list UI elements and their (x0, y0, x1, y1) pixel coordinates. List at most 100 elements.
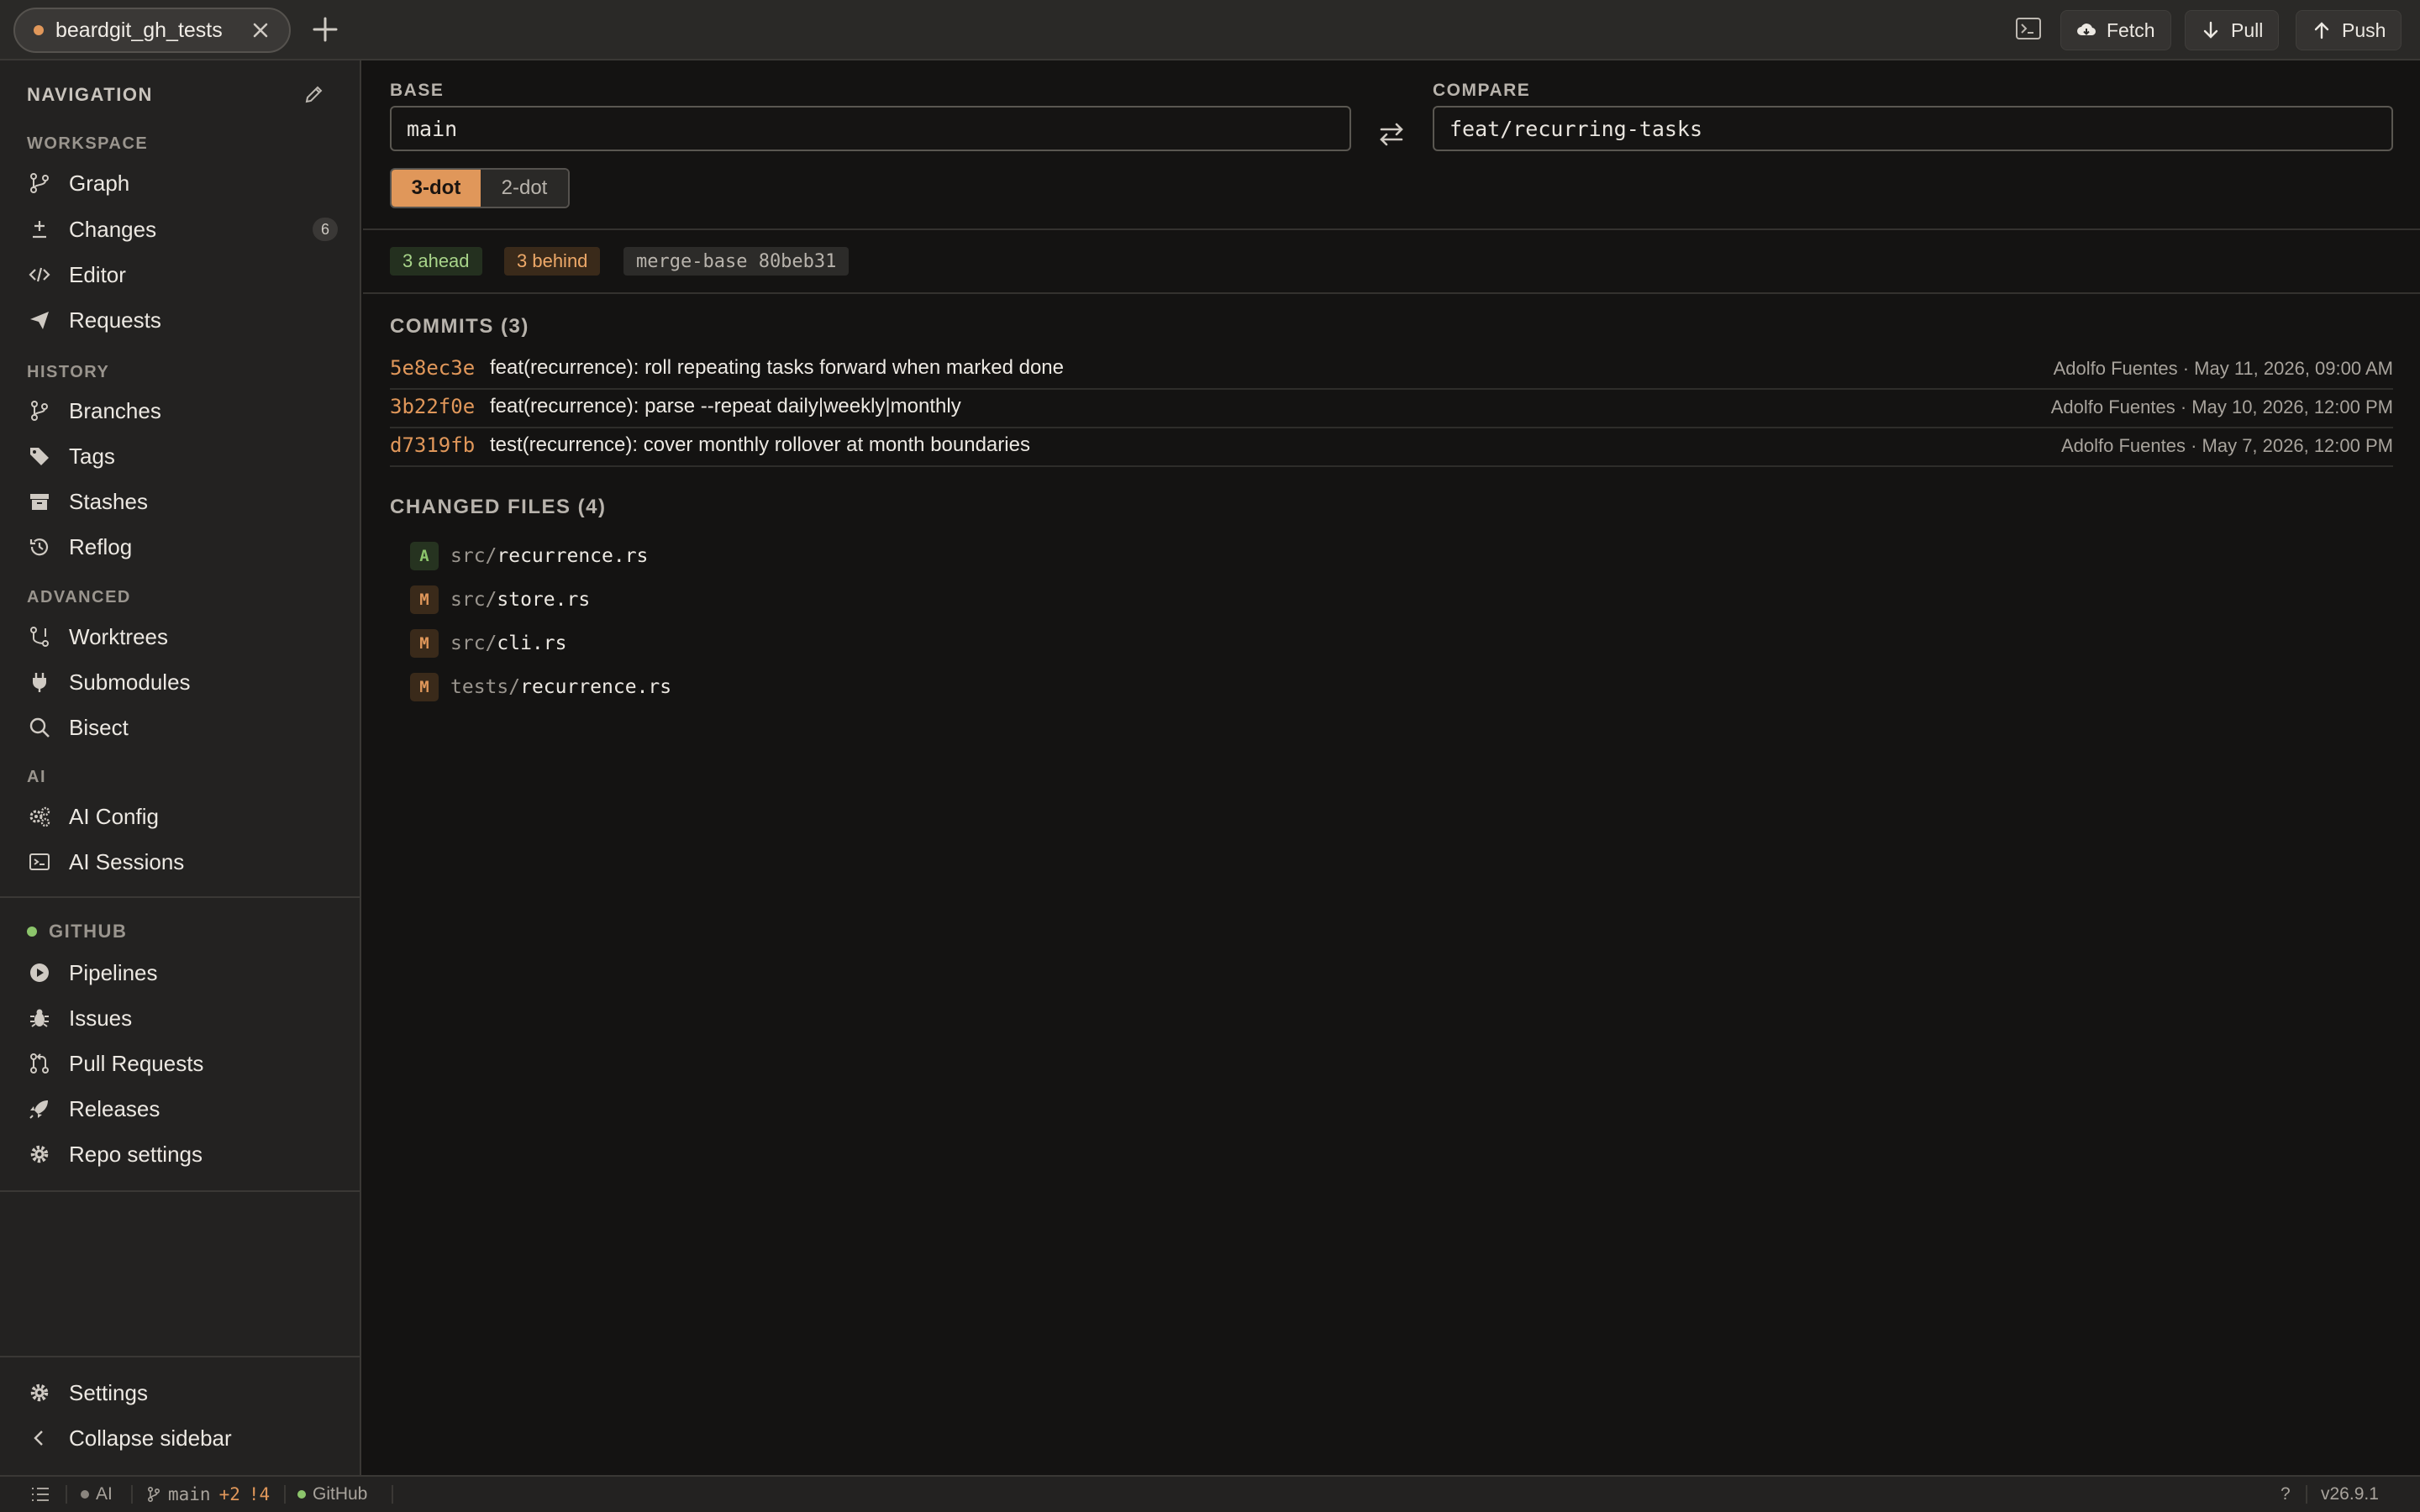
gear-icon (27, 1142, 52, 1167)
pull-button[interactable]: Pull (2185, 10, 2280, 50)
sidebar-item-releases[interactable]: Releases (12, 1088, 348, 1130)
three-dot-option[interactable]: 3-dot (392, 170, 481, 207)
file-name: recurrence.rs (520, 676, 672, 698)
sidebar-divider (0, 896, 361, 898)
sidebar-item-label: AI Sessions (69, 848, 185, 874)
added-count: +2 (218, 1484, 240, 1504)
plus-minus-icon (27, 217, 52, 242)
push-button[interactable]: Push (2296, 10, 2402, 50)
file-row[interactable]: M tests/ recurrence.rs (410, 672, 671, 702)
branch-status[interactable]: main +2 !4 (146, 1477, 270, 1512)
sidebar-item-label: Stashes (69, 488, 148, 514)
sidebar-item-tags[interactable]: Tags (12, 435, 348, 477)
github-status[interactable]: GitHub (297, 1477, 367, 1512)
ai-status[interactable]: AI (81, 1477, 113, 1512)
plug-icon (27, 669, 52, 695)
file-name: store.rs (497, 589, 591, 611)
sidebar-item-label: Tags (69, 443, 115, 469)
sidebar-item-editor[interactable]: Editor (12, 254, 348, 296)
sidebar-item-label: Reflog (69, 533, 133, 559)
commit-meta: Adolfo Fuentes · May 11, 2026, 09:00 AM (2053, 358, 2393, 379)
github-status-label: GitHub (313, 1484, 368, 1504)
commit-meta: Adolfo Fuentes · May 10, 2026, 12:00 PM (2050, 396, 2393, 417)
file-status-badge: M (410, 585, 439, 614)
sidebar-item-label: Issues (69, 1005, 133, 1031)
sidebar-item-stashes[interactable]: Stashes (12, 480, 348, 522)
sidebar-item-worktrees[interactable]: Worktrees (12, 616, 348, 658)
swap-icon[interactable] (1376, 119, 1407, 150)
behind-badge: 3 behind (504, 247, 601, 276)
help-button[interactable]: ? (2281, 1477, 2291, 1512)
cloud-download-icon (2077, 24, 2096, 36)
section-ai: AI (27, 768, 46, 786)
git-branch-icon (147, 1486, 160, 1503)
diff-mode-toggle: 3-dot 2-dot (390, 168, 570, 208)
base-branch-input[interactable]: main (390, 106, 1351, 151)
file-row[interactable]: A src/ recurrence.rs (410, 541, 648, 571)
commit-sha: 5e8ec3e (390, 356, 476, 380)
pencil-icon[interactable] (302, 82, 326, 106)
commit-row[interactable]: 5e8ec3e feat(recurrence): roll repeating… (390, 351, 2393, 390)
github-status-dot (297, 1490, 306, 1499)
sidebar-item-graph[interactable]: Graph (12, 162, 348, 204)
sidebar-item-submodules[interactable]: Submodules (12, 661, 348, 703)
file-dir: tests/ (450, 676, 521, 698)
commit-sha: 3b22f0e (390, 395, 476, 418)
sidebar-item-label: Pipelines (69, 959, 158, 985)
sidebar-item-label: Collapse sidebar (69, 1425, 232, 1451)
sidebar-item-repo-settings[interactable]: Repo settings (12, 1133, 348, 1175)
section-advanced: ADVANCED (27, 588, 131, 606)
tag-icon (27, 444, 52, 469)
list-icon[interactable] (30, 1477, 50, 1512)
base-label: BASE (390, 81, 445, 100)
ahead-badge: 3 ahead (390, 247, 482, 276)
terminal-icon[interactable] (2015, 17, 2042, 40)
commit-message: feat(recurrence): roll repeating tasks f… (490, 356, 1064, 379)
section-history: HISTORY (27, 363, 110, 381)
status-separator (284, 1485, 286, 1504)
repo-tab[interactable]: beardgit_gh_tests (13, 8, 291, 53)
commit-row[interactable]: d7319fb test(recurrence): cover monthly … (390, 428, 2393, 467)
compare-branch-input[interactable]: feat/recurring-tasks (1433, 106, 2393, 151)
plus-icon[interactable] (311, 15, 339, 44)
worktree-icon (27, 624, 52, 649)
sidebar-divider (0, 1190, 361, 1192)
modified-dot (34, 25, 44, 35)
sidebar-item-reflog[interactable]: Reflog (12, 526, 348, 568)
rocket-icon (27, 1096, 52, 1121)
commit-message: test(recurrence): cover monthly rollover… (490, 433, 1030, 456)
sidebar-item-branches[interactable]: Branches (12, 390, 348, 432)
collapse-sidebar-button[interactable]: Collapse sidebar (12, 1417, 348, 1459)
push-label: Push (2342, 18, 2386, 41)
file-row[interactable]: M src/ cli.rs (410, 628, 566, 659)
sidebar-item-settings[interactable]: Settings (12, 1372, 348, 1414)
sidebar-item-ai-config[interactable]: AI Config (12, 795, 348, 837)
sidebar-item-ai-sessions[interactable]: AI Sessions (12, 841, 348, 883)
navigation-heading: NAVIGATION (27, 84, 153, 105)
two-dot-option[interactable]: 2-dot (481, 170, 568, 207)
git-branch-icon (27, 398, 52, 423)
file-row[interactable]: M src/ store.rs (410, 585, 590, 615)
section-github: GITHUB (49, 921, 128, 942)
sidebar-item-changes[interactable]: Changes 6 (12, 208, 348, 250)
play-circle-icon (27, 960, 52, 985)
commits-heading: COMMITS (3) (390, 315, 529, 338)
sidebar-item-label: Editor (69, 261, 126, 287)
sidebar-item-label: Submodules (69, 669, 191, 695)
sidebar-item-label: Graph (69, 170, 130, 196)
sidebar-item-requests[interactable]: Requests (12, 299, 348, 341)
sidebar-item-issues[interactable]: Issues (12, 997, 348, 1039)
sidebar-item-bisect[interactable]: Bisect (12, 706, 348, 748)
commit-meta: Adolfo Fuentes · May 7, 2026, 12:00 PM (2060, 435, 2393, 456)
sidebar-item-pipelines[interactable]: Pipelines (12, 952, 348, 994)
commit-sha: d7319fb (390, 433, 476, 457)
fetch-button[interactable]: Fetch (2060, 10, 2171, 50)
sidebar-divider (0, 1356, 361, 1357)
commit-row[interactable]: 3b22f0e feat(recurrence): parse --repeat… (390, 390, 2393, 428)
version-label: v26.9.1 (2321, 1484, 2379, 1504)
sidebar-item-pull-requests[interactable]: Pull Requests (12, 1042, 348, 1084)
close-icon[interactable] (250, 20, 271, 40)
file-status-badge: M (410, 673, 439, 701)
sidebar-item-label: Worktrees (69, 623, 168, 649)
fetch-label: Fetch (2107, 18, 2155, 41)
